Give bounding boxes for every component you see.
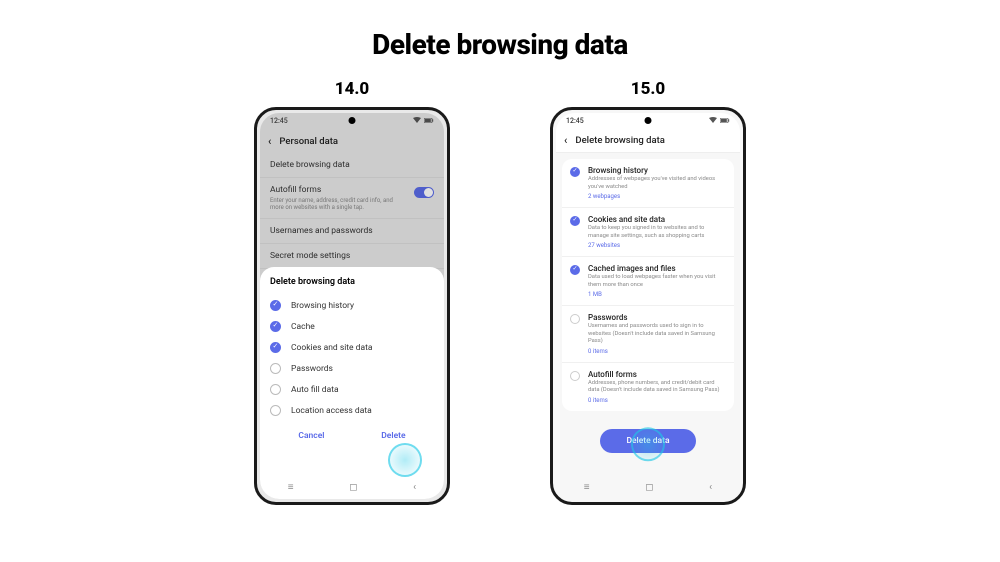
checkbox-icon[interactable] (270, 342, 281, 353)
option-row[interactable]: Cache (270, 316, 434, 337)
option-label: Cache (291, 322, 315, 332)
nav-home-icon[interactable]: ◻ (645, 482, 653, 493)
clock: 12:45 (566, 117, 584, 125)
option-count: 27 websites (588, 242, 726, 249)
phone-col-15: 15.0 12:45 ‹ Delete (550, 79, 746, 505)
option-label: Auto fill data (291, 385, 339, 395)
option-subtitle: Data to keep you signed in to websites a… (588, 225, 726, 240)
device-15: 12:45 ‹ Delete browsing data (550, 107, 746, 505)
device-14: 12:45 ‹ Personal data (254, 107, 450, 505)
option-row[interactable]: Cookies and site data (270, 337, 434, 358)
list-item[interactable]: Autofill forms Enter your name, address,… (260, 178, 444, 219)
item-title: Delete browsing data (270, 160, 350, 170)
nav-bar: ≡ ◻ ‹ (556, 478, 740, 496)
option-label: Browsing history (291, 301, 354, 311)
checkbox-icon[interactable] (270, 300, 281, 311)
button-area: Delete data (556, 411, 740, 483)
item-subtitle: Enter your name, address, credit card in… (270, 197, 400, 211)
screen-14: 12:45 ‹ Personal data (260, 113, 444, 499)
option-title: Passwords (588, 313, 726, 322)
nav-back-icon[interactable]: ‹ (709, 482, 712, 493)
option-title: Browsing history (588, 166, 726, 175)
delete-button[interactable]: Delete (373, 427, 413, 445)
checkbox-icon[interactable] (270, 321, 281, 332)
item-title: Autofill forms (270, 185, 400, 195)
back-icon[interactable]: ‹ (564, 134, 567, 147)
checkbox-icon[interactable] (270, 384, 281, 395)
battery-icon (720, 117, 730, 125)
option-row[interactable]: Passwords (270, 358, 434, 379)
option-count: 2 webpages (588, 193, 726, 200)
phones-comparison: 14.0 12:45 ‹ Persona (0, 79, 1000, 505)
option-row[interactable]: Auto fill data (270, 379, 434, 400)
option-title: Cookies and site data (588, 215, 726, 224)
item-title: Usernames and passwords (270, 226, 373, 236)
option-subtitle: Usernames and passwords used to sign in … (588, 323, 726, 346)
appbar-title: Delete browsing data (575, 135, 665, 146)
nav-recent-icon[interactable]: ≡ (288, 482, 294, 493)
option-label: Passwords (291, 364, 333, 374)
toggle-switch[interactable] (414, 187, 434, 198)
app-bar: ‹ Personal data (260, 129, 444, 153)
list-item[interactable]: Usernames and passwords (260, 219, 444, 244)
nav-recent-icon[interactable]: ≡ (584, 482, 590, 493)
option-row[interactable]: Cookies and site data Data to keep you s… (562, 208, 734, 257)
checkbox-icon[interactable] (570, 167, 580, 177)
option-count: 0 items (588, 397, 726, 404)
checkbox-icon[interactable] (570, 265, 580, 275)
option-row[interactable]: Browsing history Addresses of webpages y… (562, 159, 734, 208)
option-row[interactable]: Browsing history (270, 295, 434, 316)
delete-dialog-sheet: Delete browsing data Browsing history Ca… (260, 267, 444, 499)
camera-punch-icon (349, 117, 356, 124)
screen-15: 12:45 ‹ Delete browsing data (556, 113, 740, 499)
checkbox-icon[interactable] (570, 371, 580, 381)
nav-back-icon[interactable]: ‹ (413, 482, 416, 493)
clock: 12:45 (270, 117, 288, 125)
battery-icon (424, 117, 434, 125)
option-count: 1 MB (588, 291, 726, 298)
wifi-icon (709, 117, 717, 125)
option-row[interactable]: Autofill forms Addresses, phone numbers,… (562, 363, 734, 411)
appbar-title: Personal data (279, 136, 338, 147)
cancel-button[interactable]: Cancel (290, 427, 332, 445)
option-title: Cached images and files (588, 264, 726, 273)
settings-list-dimmed: Delete browsing data Autofill forms Ente… (260, 153, 444, 269)
delete-data-button[interactable]: Delete data (600, 429, 695, 453)
app-bar: ‹ Delete browsing data (556, 129, 740, 153)
option-subtitle: Addresses of webpages you've visited and… (588, 176, 726, 191)
checkbox-icon[interactable] (570, 216, 580, 226)
option-label: Location access data (291, 406, 372, 416)
option-subtitle: Addresses, phone numbers, and credit/deb… (588, 380, 726, 395)
wifi-icon (413, 117, 421, 125)
option-count: 0 items (588, 348, 726, 355)
list-item[interactable]: Secret mode settings (260, 244, 444, 269)
camera-punch-icon (645, 117, 652, 124)
phone-col-14: 14.0 12:45 ‹ Persona (254, 79, 450, 505)
option-row[interactable]: Passwords Usernames and passwords used t… (562, 306, 734, 363)
option-label: Cookies and site data (291, 343, 373, 353)
item-title: Secret mode settings (270, 251, 350, 261)
option-subtitle: Data used to load webpages faster when y… (588, 274, 726, 289)
list-item[interactable]: Delete browsing data (260, 153, 444, 178)
checkbox-icon[interactable] (270, 405, 281, 416)
version-label-14: 14.0 (335, 79, 369, 99)
option-row[interactable]: Location access data (270, 400, 434, 421)
back-icon[interactable]: ‹ (268, 135, 271, 148)
delete-options-list: Browsing history Addresses of webpages y… (556, 153, 740, 411)
checkbox-icon[interactable] (270, 363, 281, 374)
checkbox-icon[interactable] (570, 314, 580, 324)
page-title: Delete browsing data (0, 0, 1000, 61)
nav-home-icon[interactable]: ◻ (349, 482, 357, 493)
nav-bar: ≡ ◻ ‹ (260, 478, 444, 496)
option-row[interactable]: Cached images and files Data used to loa… (562, 257, 734, 306)
sheet-title: Delete browsing data (270, 277, 434, 287)
option-title: Autofill forms (588, 370, 726, 379)
version-label-15: 15.0 (631, 79, 665, 99)
